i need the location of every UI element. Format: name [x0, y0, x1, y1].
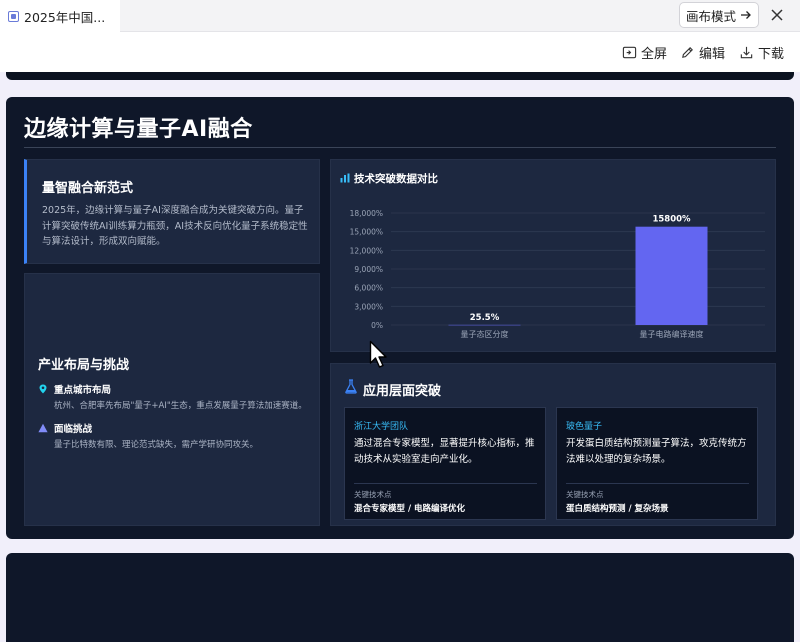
paradigm-heading: 量智融合新范式 [42, 181, 134, 196]
document-tab[interactable]: 2025年中国... [0, 0, 120, 32]
cities-text: 杭州、合肥率先布局"量子+AI"生态，重点发展量子算法加速赛道。 [54, 401, 307, 411]
next-slide [6, 553, 794, 642]
document-toolbar: 全屏 编辑 下载 [0, 32, 800, 72]
paradigm-text: 2025年，边缘计算与量子AI深度融合成为关键突破方向。量子计算突破传统AI训练… [42, 205, 308, 247]
card-divider [354, 483, 537, 484]
industry-heading: 产业布局与挑战 [38, 358, 130, 373]
application-card: 浙江大学团队 通过混合专家模型，显著提升核心指标，推动技术从实验室走向产业化。 … [344, 407, 546, 520]
y-tick-label: 0% [371, 321, 383, 330]
download-label: 下载 [758, 47, 785, 62]
fullscreen-button[interactable]: 全屏 [622, 43, 667, 62]
browser-tab-bar: 2025年中国... 画布模式 [0, 0, 800, 32]
y-tick-label: 6,000% [354, 284, 383, 293]
location-pin-icon [39, 384, 47, 394]
card-tag: 浙江大学团队 [354, 422, 409, 432]
bar [448, 324, 521, 326]
card-key-value: 蛋白质结构预测 / 复杂场景 [566, 504, 669, 514]
slide-title: 边缘计算与量子AI融合 [24, 117, 253, 142]
challenge-title: 面临挑战 [54, 424, 93, 435]
paradigm-panel: 量智融合新范式 2025年，边缘计算与量子AI深度融合成为关键突破方向。量子计算… [24, 159, 320, 264]
y-tick-label: 12,000% [350, 246, 383, 255]
applications-heading: 应用层面突破 [363, 384, 442, 399]
x-tick-label: 量子电路编译速度 [640, 329, 704, 339]
card-key-label: 关键技术点 [566, 490, 604, 499]
fullscreen-label: 全屏 [641, 47, 668, 62]
applications-panel: 应用层面突破 浙江大学团队 通过混合专家模型，显著提升核心指标，推动技术从实验室… [330, 363, 776, 526]
title-divider [24, 147, 776, 148]
data-label: 15800% [652, 215, 691, 225]
cities-title: 重点城市布局 [54, 385, 112, 396]
close-icon[interactable] [766, 4, 788, 26]
industry-panel: 产业布局与挑战 重点城市布局 杭州、合肥率先布局"量子+AI"生态，重点发展量子… [24, 273, 320, 526]
download-icon [740, 46, 753, 59]
x-tick-label: 量子态区分度 [461, 329, 509, 339]
tab-title: 2025年中国... [24, 9, 106, 25]
card-text: 通过混合专家模型，显著提升核心指标，推动技术从实验室走向产业化。 [354, 438, 535, 465]
slide: 边缘计算与量子AI融合 量智融合新范式 2025年，边缘计算与量子AI深度融合成… [6, 97, 794, 539]
document-icon [8, 10, 19, 22]
mouse-cursor-icon [369, 340, 387, 368]
canvas-mode-button[interactable]: 画布模式 [679, 2, 759, 28]
previous-slide [6, 72, 794, 80]
edit-label: 编辑 [699, 47, 726, 62]
card-key-label: 关键技术点 [354, 490, 392, 499]
bar [635, 226, 708, 325]
y-tick-label: 9,000% [354, 265, 383, 274]
card-divider [566, 483, 749, 484]
challenge-text: 量子比特数有限、理论范式缺失，需产学研协同攻关。 [54, 440, 259, 450]
bar-chart: 0% 3,000% 6,000% 9,000% 12,000% 15,000% 18,000… [350, 209, 765, 339]
y-tick-label: 18,000% [350, 209, 383, 218]
fullscreen-icon [622, 46, 637, 59]
chart-panel: 技术突破数据对比 0% 3,000% 6,000% 9,000% 12,000% 15,0… [330, 159, 776, 352]
edit-button[interactable]: 编辑 [680, 43, 725, 62]
pencil-icon [682, 47, 693, 58]
arrow-right-icon [741, 11, 751, 19]
y-tick-label: 3,000% [354, 302, 383, 311]
flask-icon [345, 379, 357, 394]
warning-triangle-icon [38, 423, 48, 433]
download-button[interactable]: 下载 [739, 43, 784, 62]
canvas-mode-label: 画布模式 [685, 8, 736, 24]
card-tag: 玻色量子 [566, 422, 603, 432]
y-tick-label: 15,000% [350, 228, 383, 237]
application-card: 玻色量子 开发蛋白质结构预测量子算法，攻克传统方法难以处理的复杂场景。 关键技术… [556, 407, 758, 520]
data-label: 25.5% [470, 313, 500, 323]
card-text: 开发蛋白质结构预测量子算法，攻克传统方法难以处理的复杂场景。 [566, 438, 747, 465]
card-key-value: 混合专家模型 / 电路编译优化 [354, 504, 466, 514]
